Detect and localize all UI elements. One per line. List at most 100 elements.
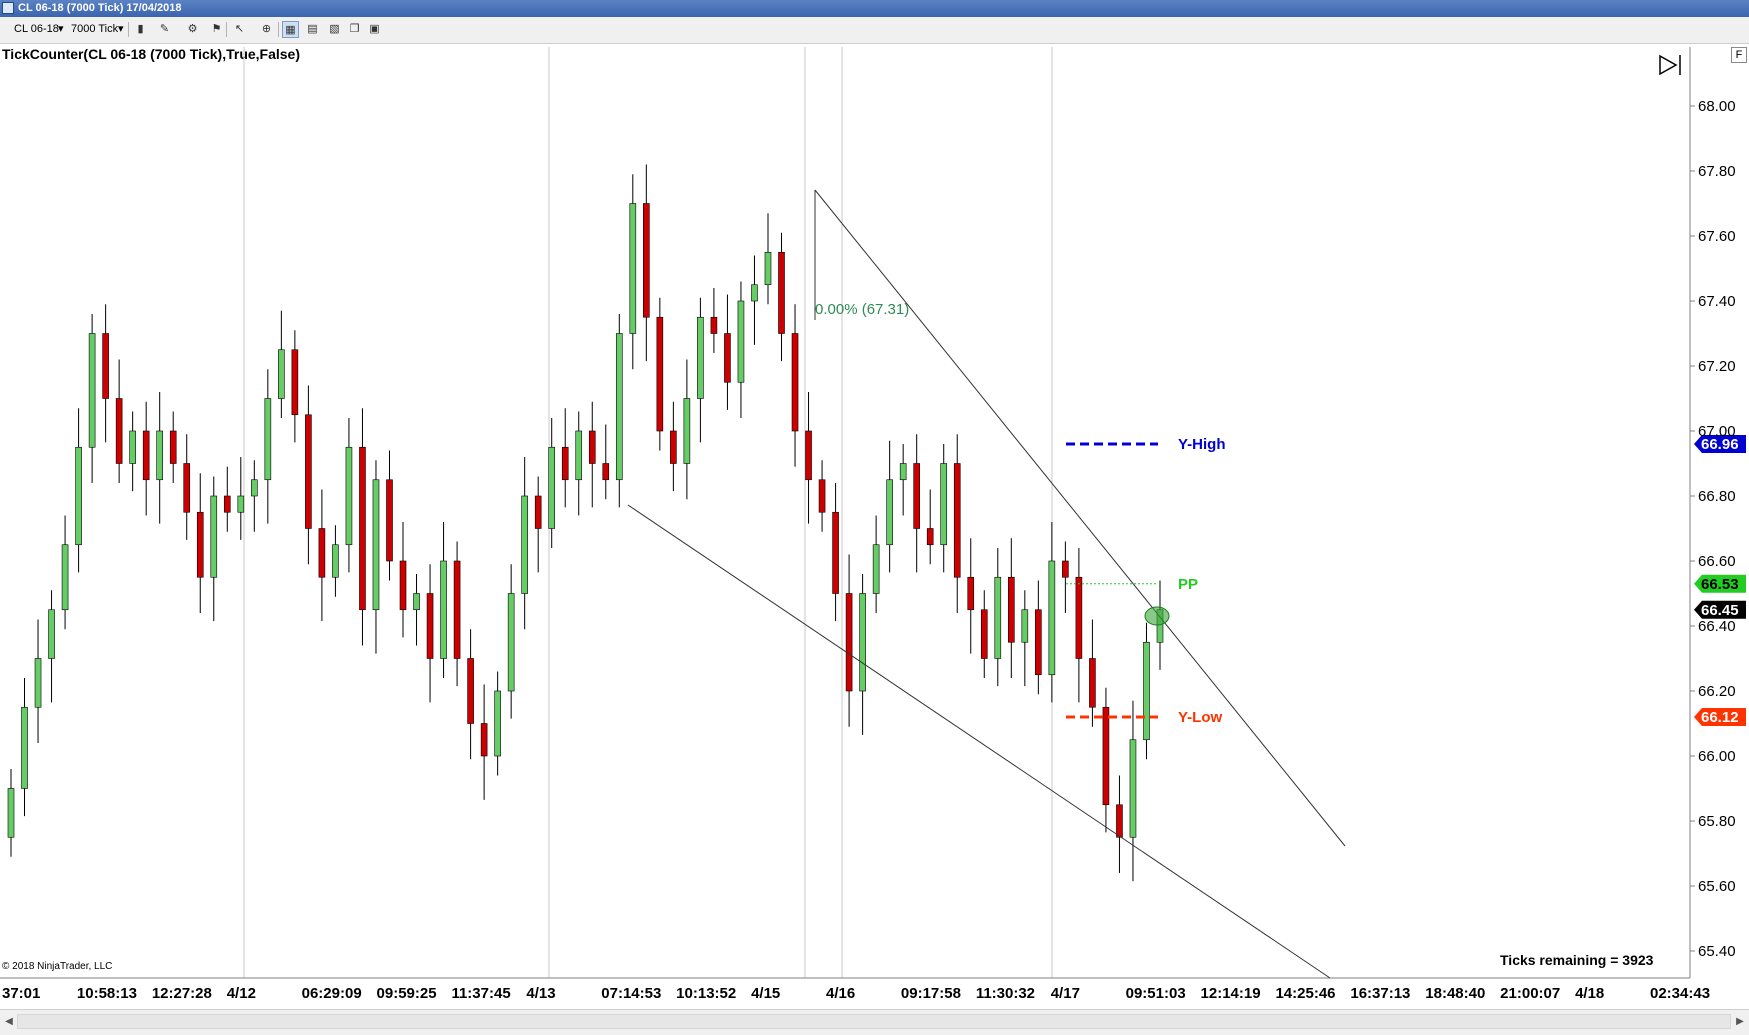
scroll-right-icon[interactable]: ▶	[1732, 1012, 1748, 1032]
x-tick-label: 11:37:45	[451, 985, 510, 1002]
scroll-to-end-icon[interactable]	[1659, 54, 1681, 76]
candlestick	[413, 574, 420, 646]
candle-body-up	[345, 446, 353, 546]
candlestick	[899, 444, 907, 516]
candlestick	[48, 590, 55, 703]
candle-body-down	[196, 511, 204, 578]
candle-body-down	[980, 609, 988, 659]
trendline-lower[interactable]	[627, 504, 1331, 979]
x-tick-label: 4/17	[1051, 985, 1080, 1002]
candle-body-up	[1129, 739, 1137, 838]
candlestick	[643, 164, 650, 362]
candlestick	[710, 288, 718, 353]
candle-body-down	[480, 723, 488, 757]
candle-body-up	[859, 593, 866, 692]
candlestick	[156, 392, 163, 524]
candle-body-down	[818, 479, 826, 513]
candle-body-up	[156, 430, 163, 481]
y-tick-label: 67.60	[1698, 228, 1736, 245]
candlestick	[1089, 619, 1096, 727]
candle-body-up	[507, 593, 515, 692]
x-tick-label: 16:37:13	[1350, 985, 1410, 1002]
candle-body-down	[115, 398, 123, 464]
y-low-label: Y-Low	[1178, 709, 1222, 726]
y-tick-label: 67.20	[1698, 358, 1736, 375]
x-tick-label: 09:59:25	[377, 985, 437, 1002]
candlestick	[967, 538, 975, 654]
candle-body-down	[291, 349, 299, 416]
candle-body-up	[615, 333, 623, 481]
pp-label: PP	[1178, 576, 1198, 593]
candlestick	[832, 483, 839, 622]
candlestick	[683, 359, 691, 500]
candle-body-down	[1008, 576, 1015, 643]
y-tick-label: 66.00	[1698, 748, 1736, 765]
y-tick-label: 65.40	[1698, 943, 1736, 960]
candlestick	[1035, 580, 1042, 695]
candlestick	[561, 408, 569, 508]
candle-body-up	[237, 495, 245, 513]
candle-body-up	[751, 284, 758, 302]
candlestick	[507, 564, 515, 719]
candle-body-down	[967, 576, 975, 611]
candlestick	[886, 440, 893, 573]
play-triangle[interactable]	[1659, 54, 1678, 76]
candlestick	[61, 515, 69, 630]
candle-body-up	[264, 398, 272, 481]
candle-body-up	[7, 788, 15, 838]
candlestick	[656, 297, 664, 451]
price-chart[interactable]: 0.00% (67.31)Y-HighPPY-Low66.9666.5366.4…	[0, 0, 1749, 1034]
candle-body-down	[223, 495, 231, 513]
candle-body-up	[21, 706, 28, 789]
candlestick	[102, 304, 109, 443]
candle-body-up	[994, 576, 1002, 659]
candle-body-up	[764, 251, 772, 286]
candlestick	[34, 619, 42, 743]
scroll-track[interactable]	[17, 1014, 1731, 1029]
candlestick	[1008, 538, 1015, 678]
y-tick-label: 66.60	[1698, 553, 1736, 570]
candlestick	[953, 434, 961, 613]
trendline-upper[interactable]	[814, 189, 1346, 847]
candle-body-up	[629, 203, 637, 334]
fib-level-label: 0.00% (67.31)	[815, 301, 909, 318]
x-tick-label: 07:14:53	[601, 985, 661, 1002]
candlestick	[791, 304, 799, 467]
candlestick	[1048, 522, 1056, 703]
candlestick	[615, 314, 623, 508]
candle-body-down	[102, 333, 109, 399]
candlestick	[75, 408, 82, 573]
candle-body-down	[318, 528, 326, 578]
candlestick	[805, 392, 812, 524]
candle-body-down	[670, 430, 677, 464]
horizontal-scrollbar[interactable]: ◀ ▶	[0, 1009, 1749, 1035]
candle-body-up	[61, 544, 69, 611]
candle-body-up	[697, 316, 704, 399]
y-tick-label: 67.80	[1698, 163, 1736, 180]
candle-body-up	[886, 479, 893, 546]
candlestick	[521, 457, 528, 630]
candle-body-up	[278, 349, 285, 399]
x-tick-label: 21:00:07	[1500, 985, 1560, 1002]
candle-body-down	[926, 528, 934, 546]
candlestick	[778, 232, 785, 362]
candle-body-up	[88, 333, 96, 448]
x-tick-label: 12:27:28	[152, 985, 212, 1002]
candlestick	[359, 408, 366, 646]
candle-body-down	[845, 593, 853, 692]
y-tick-label: 68.00	[1698, 98, 1736, 115]
candlestick	[1129, 700, 1137, 882]
candlestick	[737, 281, 745, 418]
candlestick	[602, 424, 610, 500]
candlestick	[21, 678, 28, 817]
candlestick	[183, 434, 191, 540]
pp-price-tag-text: 66.53	[1701, 576, 1739, 593]
candle-body-up	[75, 446, 82, 546]
candle-body-up	[332, 544, 339, 578]
candlestick	[426, 564, 434, 703]
x-tick-label: 4/15	[751, 985, 780, 1002]
y-tick-label: 66.80	[1698, 488, 1736, 505]
x-tick-label: 4/12	[227, 985, 256, 1002]
scroll-left-icon[interactable]: ◀	[1, 1012, 17, 1032]
candle-body-up	[683, 398, 691, 464]
